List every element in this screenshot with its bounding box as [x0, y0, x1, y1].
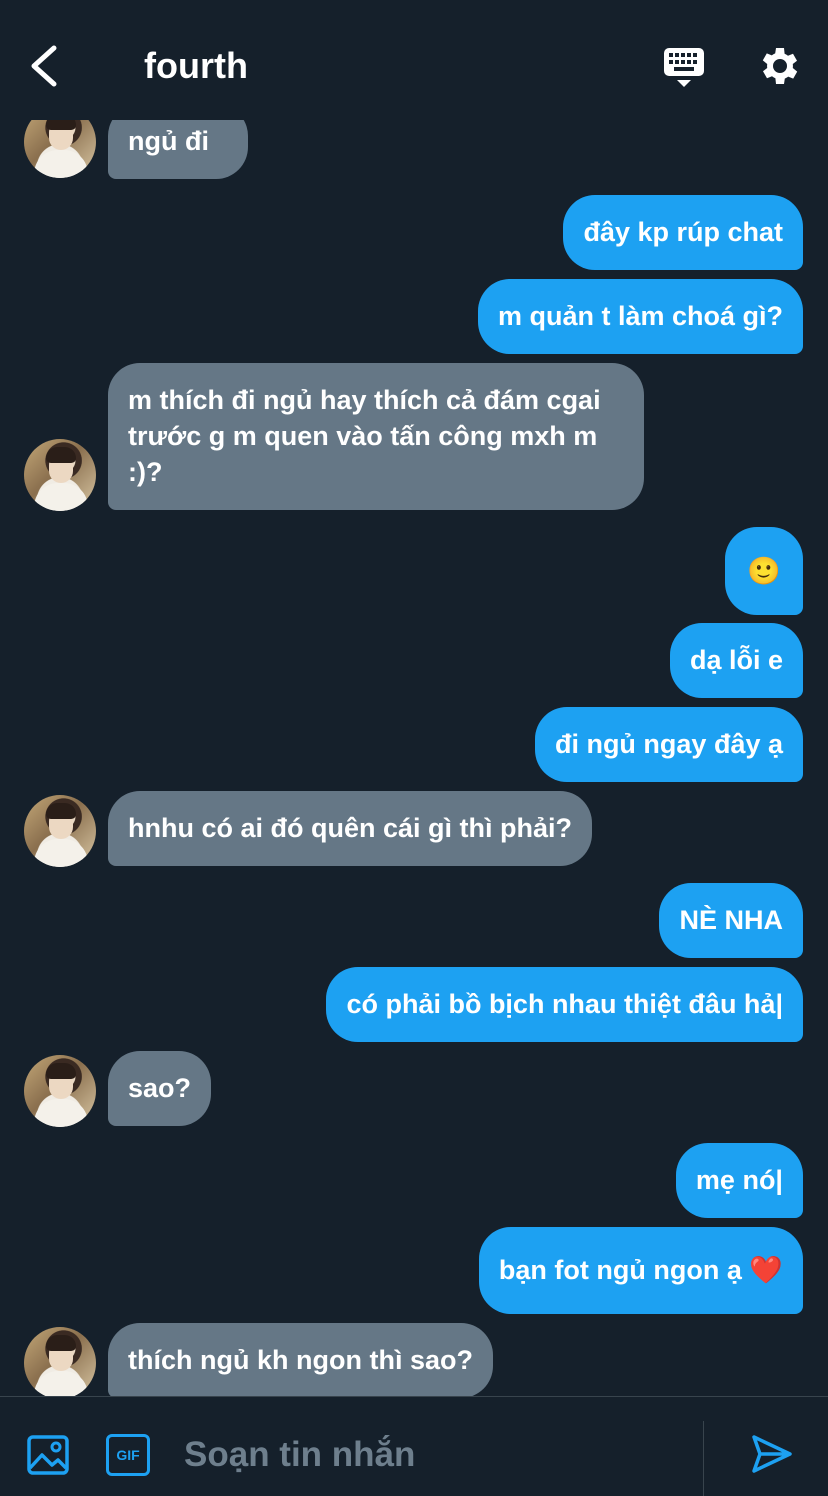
- message-incoming[interactable]: thích ngủ kh ngon thì sao?: [108, 1323, 493, 1396]
- message-list[interactable]: ngủ đi đây kp rúp chat m quản t làm choá…: [0, 0, 828, 1396]
- send-icon: [752, 1435, 792, 1473]
- message-outgoing[interactable]: bạn fot ngủ ngon ạ ❤️: [478, 1227, 803, 1314]
- message-incoming[interactable]: sao?: [108, 1051, 212, 1126]
- message-input[interactable]: [184, 1433, 684, 1477]
- avatar[interactable]: [24, 439, 96, 511]
- message-composer: GIF: [0, 1396, 828, 1496]
- avatar[interactable]: [24, 1055, 96, 1127]
- message-outgoing[interactable]: mẹ nó|: [675, 1143, 803, 1218]
- add-image-button[interactable]: [26, 1434, 70, 1476]
- chevron-left-icon: [31, 45, 57, 87]
- message-incoming[interactable]: m thích đi ngủ hay thích cả đám cgai trư…: [108, 363, 644, 510]
- avatar[interactable]: [24, 1327, 96, 1396]
- message-outgoing[interactable]: 🙂: [725, 527, 803, 615]
- settings-button[interactable]: [756, 42, 804, 90]
- gif-button[interactable]: GIF: [106, 1434, 150, 1476]
- image-icon: [27, 1435, 69, 1475]
- message-outgoing[interactable]: đi ngủ ngay đây ạ: [534, 707, 803, 782]
- back-button[interactable]: [26, 44, 66, 88]
- gear-icon: [762, 48, 798, 84]
- composer-divider: [703, 1421, 704, 1496]
- conversation-header: fourth: [0, 0, 828, 120]
- message-outgoing[interactable]: dạ lỗi e: [669, 623, 803, 698]
- message-outgoing[interactable]: đây kp rúp chat: [563, 195, 803, 270]
- message-outgoing[interactable]: có phải bồ bịch nhau thiệt đâu hả|: [326, 967, 803, 1042]
- send-button[interactable]: [750, 1433, 794, 1475]
- avatar[interactable]: [24, 795, 96, 867]
- message-outgoing[interactable]: m quản t làm choá gì?: [477, 279, 803, 354]
- message-incoming[interactable]: hnhu có ai đó quên cái gì thì phải?: [108, 791, 592, 866]
- keyboard-icon: [664, 48, 704, 87]
- message-outgoing[interactable]: NÈ NHA: [659, 883, 803, 958]
- keyboard-button[interactable]: [660, 44, 708, 92]
- conversation-title[interactable]: fourth: [144, 44, 248, 88]
